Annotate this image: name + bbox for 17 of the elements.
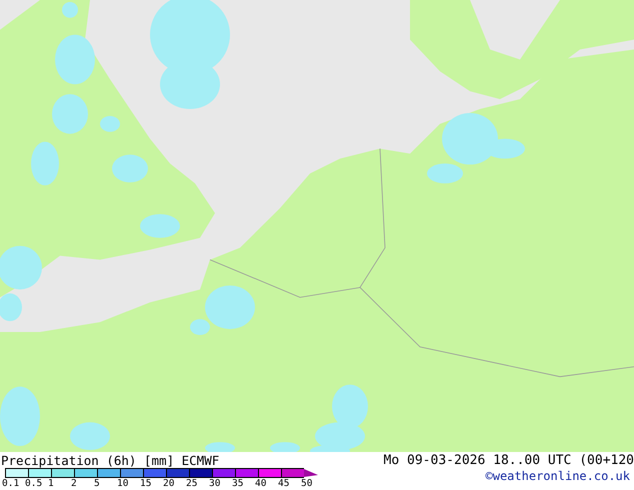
legend-label: 45 (278, 478, 290, 490)
legend-label: 40 (255, 478, 268, 490)
legend-label: 20 (163, 478, 176, 490)
legend-label: 0.5 (25, 478, 44, 490)
legend-label: 15 (140, 478, 152, 490)
valid-time: Mo 09-03-2026 18..00 UTC (00+120 (384, 452, 634, 469)
legend-label: 5 (94, 478, 101, 490)
legend-label: 1 (48, 478, 55, 490)
legend-label: 50 (301, 478, 314, 490)
legend-label: 30 (209, 478, 222, 490)
legend-label: 25 (186, 478, 198, 490)
credit-link[interactable]: ©weatheronline.co.uk (486, 469, 634, 490)
legend-label: 35 (232, 478, 244, 490)
legend-label: 0.1 (2, 478, 20, 490)
legend-label: 10 (117, 478, 130, 490)
map-title: Precipitation (6h) [mm] ECMWF (0, 452, 220, 469)
legend-label: 2 (71, 478, 78, 490)
